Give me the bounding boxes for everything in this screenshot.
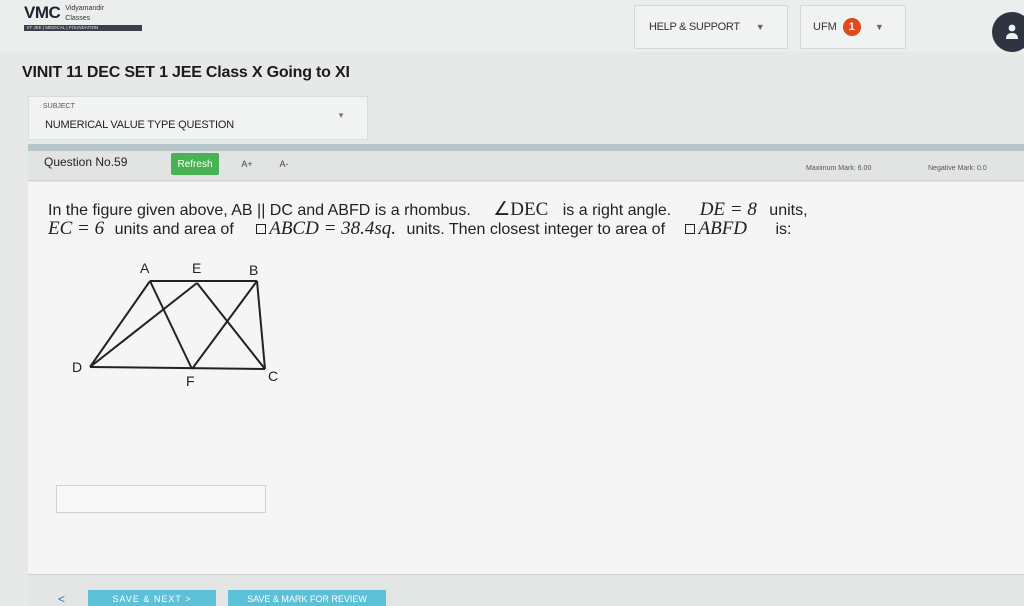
subject-label: SUBJECT — [43, 103, 75, 110]
user-avatar[interactable] — [992, 12, 1024, 52]
subject-value: NUMERICAL VALUE TYPE QUESTION — [45, 119, 234, 131]
negative-mark: Negative Mark: 0.0 — [928, 165, 987, 172]
refresh-button[interactable]: Refresh — [171, 153, 219, 175]
logo-tagline: IIT JEE | MEDICAL | FOUNDATION — [24, 25, 142, 31]
user-icon — [1006, 24, 1018, 39]
question-text: is: — [775, 221, 792, 238]
shape-abfd: ABFD — [698, 218, 748, 239]
help-support-button[interactable]: HELP & SUPPORT ▼ — [634, 5, 788, 49]
ufm-label: UFM — [813, 21, 837, 33]
area-abcd: ABCD = 38.4sq. — [269, 218, 397, 239]
test-title: VINIT 11 DEC SET 1 JEE Class X Going to … — [22, 64, 350, 81]
question-text: is a right angle. — [562, 202, 672, 219]
chevron-down-icon: ▼ — [337, 111, 345, 120]
question-text: units. Then closest integer to area of — [406, 221, 666, 238]
mark-review-button[interactable]: SAVE & MARK FOR REVIEW — [228, 590, 386, 606]
chevron-down-icon: ▼ — [874, 22, 884, 32]
chevron-down-icon: ▼ — [755, 22, 765, 32]
font-decrease-button[interactable]: A- — [275, 156, 293, 172]
vertex-label-e: E — [192, 260, 201, 276]
vmc-logo: VMC Vidyamandir Classes IIT JEE | MEDICA… — [24, 3, 154, 37]
vertex-label-a: A — [140, 260, 150, 276]
answer-input[interactable] — [56, 485, 266, 513]
logo-sub-line2: Classes — [65, 15, 91, 22]
help-support-label: HELP & SUPPORT — [649, 21, 740, 33]
value-ec: EC = 6 — [48, 218, 105, 239]
square-icon — [256, 224, 267, 234]
question-text: units and area of — [114, 221, 234, 238]
square-icon — [685, 224, 696, 234]
vertex-label-f: F — [186, 373, 195, 389]
angle-dec: ∠DEC — [493, 199, 549, 220]
maximum-mark: Maximum Mark: 6.00 — [806, 165, 872, 172]
save-next-button[interactable]: SAVE & NEXT > — [88, 590, 216, 606]
section-divider — [28, 144, 1024, 151]
question-text: In the figure given above, AB || DC and … — [48, 202, 471, 219]
back-button[interactable]: < — [58, 592, 65, 606]
font-increase-button[interactable]: A+ — [238, 156, 256, 172]
rhombus-figure: A E B D F C — [72, 260, 278, 389]
ufm-button[interactable]: UFM 1 ▼ — [800, 5, 906, 49]
vertex-label-c: C — [268, 368, 278, 384]
value-de: DE = 8 — [699, 199, 757, 220]
subject-select[interactable]: SUBJECT NUMERICAL VALUE TYPE QUESTION ▼ — [28, 96, 368, 140]
logo-brand: VMC — [24, 3, 61, 22]
logo-sub-line1: Vidyamandir — [65, 5, 105, 12]
question-line-2: EC = 6 units and area of ABCD = 38.4sq. … — [48, 218, 791, 240]
vertex-label-d: D — [72, 359, 82, 375]
ufm-count-badge: 1 — [842, 18, 861, 36]
vertex-label-b: B — [249, 262, 258, 278]
question-number: Question No.59 — [44, 155, 128, 169]
question-text: units, — [769, 202, 808, 219]
